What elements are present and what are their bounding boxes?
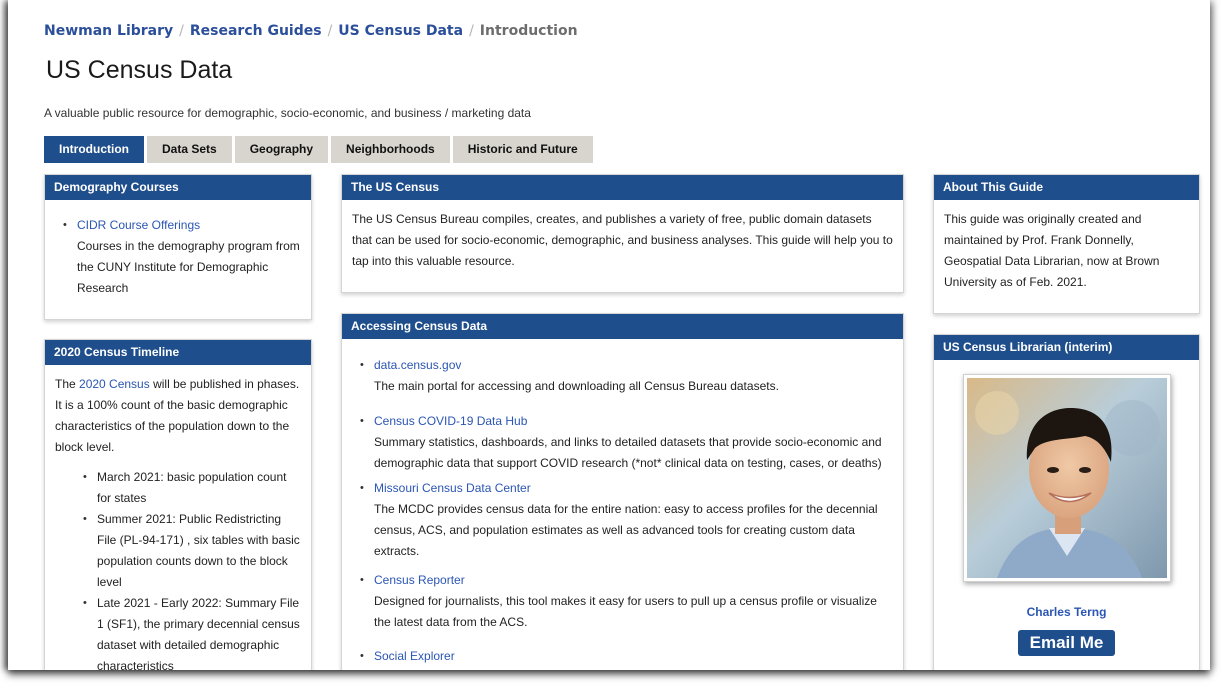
librarian-portrait-image <box>966 378 1167 578</box>
box-title: About This Guide <box>934 175 1199 200</box>
box-title: 2020 Census Timeline <box>45 340 311 365</box>
box-title: US Census Librarian (interim) <box>934 335 1199 360</box>
us-census-box: The US Census The US Census Bureau compi… <box>341 174 904 293</box>
course-description: Courses in the demography program from t… <box>77 239 300 295</box>
list-item: Missouri Census Data Center The MCDC pro… <box>360 478 893 562</box>
timeline-intro: The 2020 Census will be published in pha… <box>55 377 300 454</box>
resource-description: Designed for journalists, this tool make… <box>374 594 877 629</box>
guide-tabs: Introduction Data Sets Geography Neighbo… <box>44 136 593 163</box>
covid-data-hub-link[interactable]: Census COVID-19 Data Hub <box>374 414 527 428</box>
breadcrumb-separator: / <box>469 23 474 39</box>
list-item: Social Explorer <box>360 646 893 667</box>
social-explorer-link[interactable]: Social Explorer <box>374 649 455 663</box>
list-item: Late 2021 - Early 2022: Summary File 1 (… <box>83 593 301 670</box>
box-title: Accessing Census Data <box>342 314 903 339</box>
resource-description: The MCDC provides census data for the en… <box>374 502 878 558</box>
librarian-box: US Census Librarian (interim) Charles Te… <box>933 334 1200 670</box>
tab-historic-and-future[interactable]: Historic and Future <box>452 136 593 163</box>
list-item: Census Reporter Designed for journalists… <box>360 570 893 633</box>
box-title: Demography Courses <box>45 175 311 200</box>
email-me-button[interactable]: Email Me <box>1017 630 1116 656</box>
list-item: Census COVID-19 Data Hub Summary statist… <box>360 411 893 474</box>
about-guide-box: About This Guide This guide was original… <box>933 174 1200 314</box>
librarian-photo <box>962 374 1171 582</box>
census-timeline-box: 2020 Census Timeline The 2020 Census wil… <box>44 339 312 670</box>
about-description: This guide was originally created and ma… <box>944 212 1160 289</box>
list-item: CIDR Course Offerings Courses in the dem… <box>63 215 301 299</box>
resource-description: The main portal for accessing and downlo… <box>374 379 779 393</box>
cidr-course-link[interactable]: CIDR Course Offerings <box>77 218 200 232</box>
box-title: The US Census <box>342 175 903 200</box>
tab-introduction[interactable]: Introduction <box>44 136 144 163</box>
page-title: US Census Data <box>46 56 233 84</box>
us-census-description: The US Census Bureau compiles, creates, … <box>352 212 893 268</box>
breadcrumb-us-census-data[interactable]: US Census Data <box>338 23 463 39</box>
breadcrumb: Newman Library / Research Guides / US Census… <box>44 23 578 39</box>
breadcrumb-separator: / <box>179 23 184 39</box>
tab-data-sets[interactable]: Data Sets <box>146 136 232 163</box>
breadcrumb-research-guides[interactable]: Research Guides <box>190 23 322 39</box>
page-subtitle: A valuable public resource for demograph… <box>44 106 531 120</box>
breadcrumb-separator: / <box>327 23 333 39</box>
breadcrumb-current: Introduction <box>479 23 578 39</box>
demography-courses-box: Demography Courses CIDR Course Offerings… <box>44 174 312 320</box>
accessing-census-data-box: Accessing Census Data data.census.gov Th… <box>341 313 904 670</box>
breadcrumb-newman-library[interactable]: Newman Library <box>44 23 173 39</box>
list-item: March 2021: basic population count for s… <box>83 467 301 509</box>
list-item: Summer 2021: Public Redistricting File (… <box>83 509 301 593</box>
page-frame: Newman Library / Research Guides / US Census… <box>8 0 1210 670</box>
missouri-census-link[interactable]: Missouri Census Data Center <box>374 481 531 495</box>
census-reporter-link[interactable]: Census Reporter <box>374 573 465 587</box>
resource-description: Summary statistics, dashboards, and link… <box>374 435 882 470</box>
librarian-name-link[interactable]: Charles Terng <box>934 605 1199 619</box>
tab-geography[interactable]: Geography <box>234 136 329 163</box>
list-item: data.census.gov The main portal for acce… <box>360 355 893 397</box>
census-2020-link[interactable]: 2020 Census <box>79 377 150 391</box>
tab-neighborhoods[interactable]: Neighborhoods <box>331 136 450 163</box>
data-census-gov-link[interactable]: data.census.gov <box>374 358 461 372</box>
